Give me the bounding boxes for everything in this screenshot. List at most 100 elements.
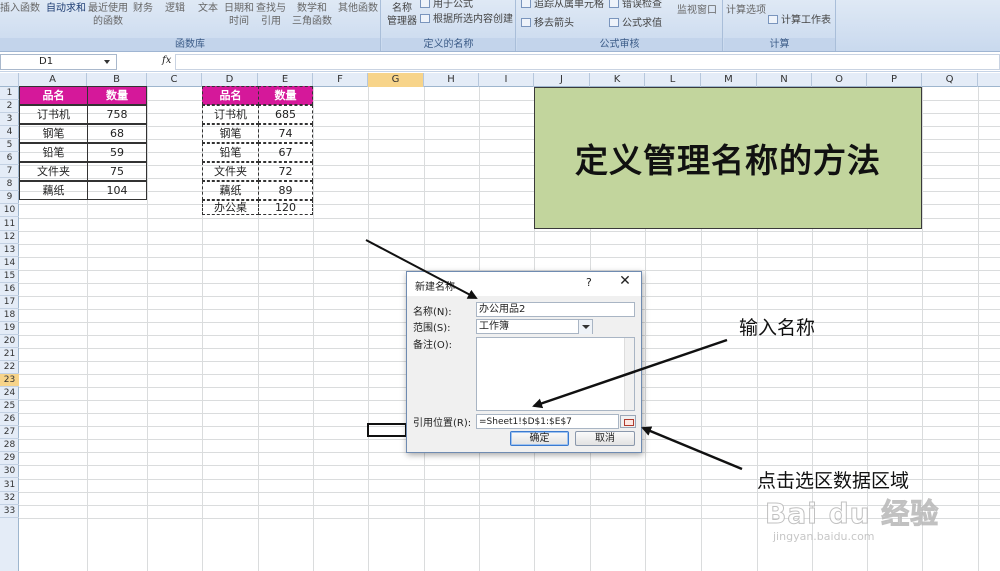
row-header-26[interactable]: 26 bbox=[0, 413, 19, 427]
row-header-10[interactable]: 10 bbox=[0, 204, 19, 218]
row-header-25[interactable]: 25 bbox=[0, 400, 19, 414]
title-box[interactable]: 定义管理名称的方法 bbox=[534, 87, 922, 229]
name-box[interactable]: D1 bbox=[0, 54, 117, 70]
logical-button[interactable]: 逻辑 bbox=[163, 2, 187, 15]
collapse-dialog-icon[interactable] bbox=[620, 415, 636, 428]
column-header-b[interactable]: B bbox=[87, 73, 147, 87]
calc-sheet-button[interactable]: 计算工作表 bbox=[768, 11, 831, 26]
table-cell[interactable]: 104 bbox=[87, 181, 147, 200]
table-cell[interactable]: 钢笔 bbox=[202, 124, 259, 143]
row-header-9[interactable]: 9 bbox=[0, 191, 19, 205]
row-header-15[interactable]: 15 bbox=[0, 270, 19, 283]
column-header-p[interactable]: P bbox=[867, 73, 922, 87]
column-header-o[interactable]: O bbox=[812, 73, 867, 87]
row-header-31[interactable]: 31 bbox=[0, 479, 19, 492]
row-header-18[interactable]: 18 bbox=[0, 309, 19, 322]
row-header-1[interactable]: 1 bbox=[0, 87, 19, 100]
row-header-14[interactable]: 14 bbox=[0, 257, 19, 270]
column-header-k[interactable]: K bbox=[590, 73, 645, 87]
row-header-16[interactable]: 16 bbox=[0, 283, 19, 296]
error-checking-button[interactable]: 错误检查 bbox=[609, 0, 662, 10]
table-cell[interactable]: 75 bbox=[87, 162, 147, 181]
name-box-dropdown-icon[interactable] bbox=[104, 60, 110, 64]
table-cell[interactable]: 订书机 bbox=[19, 105, 88, 124]
name-manager-button[interactable]: 名称 管理器 bbox=[384, 2, 420, 28]
row-header-13[interactable]: 13 bbox=[0, 244, 19, 257]
column-header-n[interactable]: N bbox=[757, 73, 812, 87]
ref-field[interactable]: =Sheet1!$D$1:$E$7 bbox=[476, 414, 619, 429]
table-cell[interactable]: 藕纸 bbox=[19, 181, 88, 200]
watch-window-button[interactable]: 监视窗口 bbox=[675, 4, 719, 17]
close-icon[interactable]: ✕ bbox=[614, 273, 636, 293]
table-header-cell[interactable]: 数量 bbox=[87, 86, 147, 105]
table-header-cell[interactable]: 品名 bbox=[19, 86, 88, 105]
row-header-33[interactable]: 33 bbox=[0, 505, 19, 518]
more-functions-button[interactable]: 其他函数 bbox=[336, 2, 380, 15]
table-cell[interactable]: 钢笔 bbox=[19, 124, 88, 143]
math-button[interactable]: 数学和 三角函数 bbox=[290, 2, 334, 28]
row-header-21[interactable]: 21 bbox=[0, 348, 19, 361]
row-header-23[interactable]: 23 bbox=[0, 374, 19, 388]
row-header-12[interactable]: 12 bbox=[0, 231, 19, 244]
help-icon[interactable]: ? bbox=[586, 276, 592, 289]
column-header-h[interactable]: H bbox=[424, 73, 479, 87]
row-header-8[interactable]: 8 bbox=[0, 178, 19, 192]
row-header-3[interactable]: 3 bbox=[0, 113, 19, 127]
column-header-i[interactable]: I bbox=[479, 73, 534, 87]
chevron-down-icon[interactable] bbox=[578, 320, 592, 334]
column-header-l[interactable]: L bbox=[645, 73, 701, 87]
active-cell[interactable] bbox=[367, 423, 407, 437]
row-header-24[interactable]: 24 bbox=[0, 387, 19, 401]
recent-functions-button[interactable]: 最近使用 的函数 bbox=[88, 2, 128, 28]
column-header-j[interactable]: J bbox=[534, 73, 590, 87]
table-header-cell[interactable]: 品名 bbox=[202, 86, 259, 105]
table-cell[interactable]: 67 bbox=[258, 143, 313, 162]
table-cell[interactable]: 文件夹 bbox=[202, 162, 259, 181]
column-header-g[interactable]: G bbox=[368, 73, 424, 87]
row-header-4[interactable]: 4 bbox=[0, 126, 19, 140]
comment-textarea[interactable] bbox=[476, 337, 635, 411]
column-header-c[interactable]: C bbox=[147, 73, 202, 87]
table-cell[interactable]: 68 bbox=[87, 124, 147, 143]
evaluate-formula-button[interactable]: 公式求值 bbox=[609, 14, 662, 29]
column-header-q[interactable]: Q bbox=[922, 73, 978, 87]
select-all-corner[interactable] bbox=[0, 73, 19, 87]
calc-options-button[interactable]: 计算选项 bbox=[726, 4, 766, 17]
row-header-28[interactable]: 28 bbox=[0, 439, 19, 453]
table-cell[interactable]: 685 bbox=[258, 105, 313, 124]
row-header-32[interactable]: 32 bbox=[0, 492, 19, 505]
row-header-30[interactable]: 30 bbox=[0, 465, 19, 479]
table-cell[interactable]: 120 bbox=[258, 200, 313, 215]
column-header-f[interactable]: F bbox=[313, 73, 368, 87]
trace-dependents-button[interactable]: 追踪从属单元格 bbox=[521, 0, 604, 10]
row-header-22[interactable]: 22 bbox=[0, 361, 19, 375]
row-header-11[interactable]: 11 bbox=[0, 218, 19, 231]
row-header-6[interactable]: 6 bbox=[0, 152, 19, 166]
autosum-button[interactable]: 自动求和 bbox=[46, 2, 86, 15]
ok-button[interactable]: 确定 bbox=[510, 431, 569, 446]
table-cell[interactable]: 758 bbox=[87, 105, 147, 124]
table-cell[interactable]: 铅笔 bbox=[202, 143, 259, 162]
table-cell[interactable]: 文件夹 bbox=[19, 162, 88, 181]
table-header-cell[interactable]: 数量 bbox=[258, 86, 313, 105]
row-header-20[interactable]: 20 bbox=[0, 335, 19, 348]
column-header-m[interactable]: M bbox=[701, 73, 757, 87]
column-header-e[interactable]: E bbox=[258, 73, 313, 87]
table-cell[interactable]: 铅笔 bbox=[19, 143, 88, 162]
table-cell[interactable]: 74 bbox=[258, 124, 313, 143]
row-header-2[interactable]: 2 bbox=[0, 100, 19, 114]
scope-select[interactable]: 工作簿 bbox=[476, 319, 593, 334]
table-cell[interactable]: 89 bbox=[258, 181, 313, 200]
row-header-5[interactable]: 5 bbox=[0, 139, 19, 153]
financial-button[interactable]: 财务 bbox=[131, 2, 155, 15]
insert-function-button[interactable]: 插入函数 bbox=[0, 2, 40, 15]
row-header-19[interactable]: 19 bbox=[0, 322, 19, 335]
table-cell[interactable]: 59 bbox=[87, 143, 147, 162]
create-from-selection-button[interactable]: 根据所选内容创建 bbox=[420, 10, 513, 25]
row-header-29[interactable]: 29 bbox=[0, 452, 19, 466]
text-button[interactable]: 文本 bbox=[196, 2, 220, 15]
dialog-title-bar[interactable]: 新建名称 ? ✕ bbox=[407, 272, 641, 296]
remove-arrows-button[interactable]: 移去箭头 bbox=[521, 14, 574, 29]
table-cell[interactable]: 订书机 bbox=[202, 105, 259, 124]
name-field[interactable]: 办公用品2 bbox=[476, 302, 635, 317]
